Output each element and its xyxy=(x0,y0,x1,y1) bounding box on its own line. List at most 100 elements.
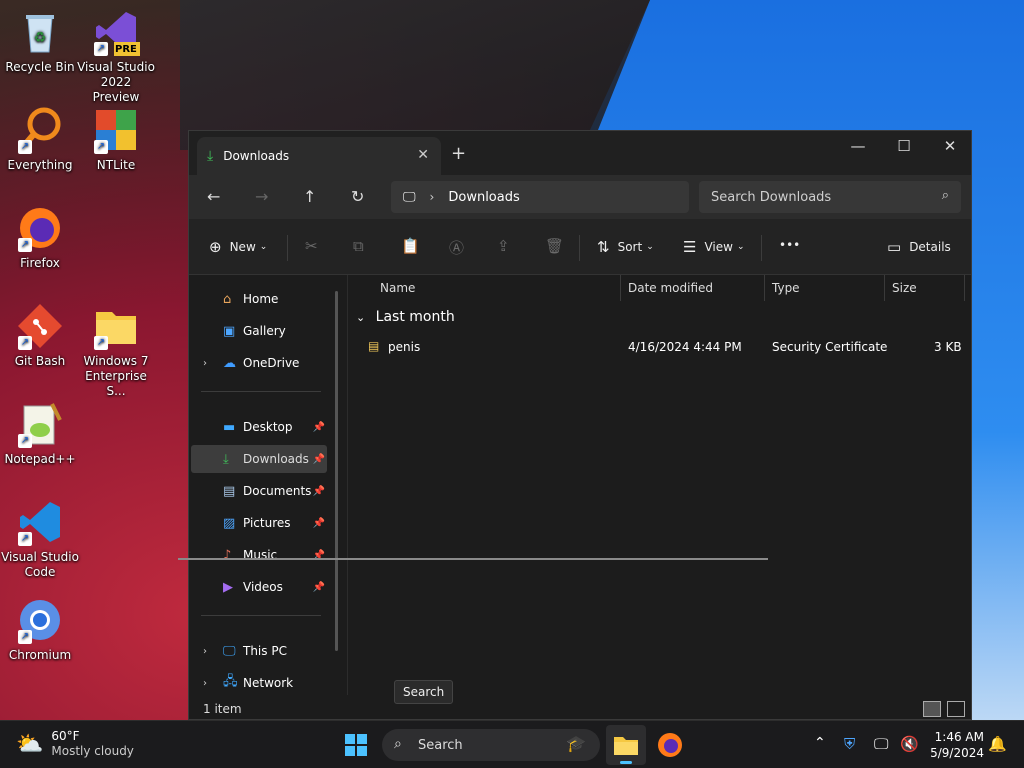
back-button[interactable]: ← xyxy=(207,187,220,206)
sidebar-item-onedrive[interactable]: › ☁ OneDrive xyxy=(191,349,327,377)
forward-button[interactable]: → xyxy=(255,187,268,206)
pin-icon[interactable]: 📌 xyxy=(313,422,325,433)
sidebar-item-music[interactable]: ♪ Music 📌 xyxy=(191,541,327,569)
sort-button[interactable]: ⇅ Sort ⌄ xyxy=(597,238,654,256)
music-icon: ♪ xyxy=(223,547,232,563)
taskbar-firefox[interactable] xyxy=(656,731,684,759)
new-tab-button[interactable]: + xyxy=(451,143,466,164)
start-button[interactable] xyxy=(344,733,368,757)
notification-bell-icon[interactable]: 🔔 xyxy=(988,735,1007,753)
column-divider[interactable] xyxy=(620,275,621,301)
gallery-icon: ▣ xyxy=(223,323,236,339)
videos-icon: ▶ xyxy=(223,579,233,595)
pin-icon[interactable]: 📌 xyxy=(313,582,325,593)
delete-icon[interactable]: 🗑 xyxy=(545,237,564,255)
close-window-button[interactable]: ✕ xyxy=(927,137,973,155)
pre-badge: PRE xyxy=(115,44,137,55)
sidebar-item-pictures[interactable]: ▨ Pictures 📌 xyxy=(191,509,327,537)
breadcrumb-downloads[interactable]: Downloads xyxy=(448,190,519,205)
desktop-icon-firefox[interactable]: ↗ Firefox xyxy=(0,204,80,271)
minimize-button[interactable]: — xyxy=(835,137,881,155)
column-header-size[interactable]: Size xyxy=(892,281,917,295)
more-options-button[interactable]: ••• xyxy=(779,238,800,252)
column-divider[interactable] xyxy=(884,275,885,301)
rename-icon[interactable]: Ⓐ xyxy=(449,237,464,258)
notepadpp-icon: ↗ xyxy=(16,400,64,448)
sidebar-item-downloads[interactable]: ⤓ Downloads 📌 xyxy=(191,445,327,473)
desktop-icon-ntlite[interactable]: ↗ NTLite xyxy=(76,106,156,173)
column-header-name[interactable]: Name xyxy=(380,281,415,295)
taskbar-search[interactable]: ⌕ Search 🎓 xyxy=(382,729,600,761)
tiles-view-icon[interactable] xyxy=(947,701,965,717)
chevron-up-icon[interactable]: ⌃ xyxy=(814,735,826,751)
sidebar-item-label: Network xyxy=(243,676,294,690)
shield-warning-icon[interactable]: ⛨ xyxy=(844,735,855,753)
share-icon[interactable]: ⇪ xyxy=(497,237,510,255)
sidebar-item-videos[interactable]: ▶ Videos 📌 xyxy=(191,573,327,601)
horizontal-scrollbar[interactable] xyxy=(178,558,768,560)
chevron-down-icon: ⌄ xyxy=(646,242,654,252)
tab-downloads[interactable]: ⤓ Downloads ✕ xyxy=(197,137,441,175)
cut-icon[interactable]: ✂ xyxy=(305,237,318,255)
desktop-icon-everything[interactable]: ↗ Everything xyxy=(0,106,80,173)
pin-icon[interactable]: 📌 xyxy=(313,518,325,529)
address-bar-row: ← → ↑ ↻ 🖵 › Downloads Search Downloads ⌕ xyxy=(189,175,971,219)
volume-muted-icon[interactable]: 🔇 xyxy=(900,735,919,753)
search-input[interactable]: Search Downloads ⌕ xyxy=(699,181,961,213)
sidebar-item-desktop[interactable]: ▬ Desktop 📌 xyxy=(191,413,327,441)
sidebar-item-gallery[interactable]: ▣ Gallery xyxy=(191,317,327,345)
details-button[interactable]: ▭ Details xyxy=(887,238,951,256)
copy-icon[interactable]: ⧉ xyxy=(353,237,364,255)
sidebar-item-documents[interactable]: ▤ Documents 📌 xyxy=(191,477,327,505)
sidebar-item-this-pc[interactable]: › 🖵 This PC xyxy=(191,637,327,665)
shortcut-arrow-icon: ↗ xyxy=(18,140,32,154)
paste-icon[interactable]: 📋 xyxy=(401,237,420,255)
refresh-button[interactable]: ↻ xyxy=(351,187,364,206)
up-button[interactable]: ↑ xyxy=(303,187,316,206)
address-bar[interactable]: 🖵 › Downloads xyxy=(391,181,689,213)
everything-search-icon: ↗ xyxy=(16,106,64,154)
new-button[interactable]: ⊕ New ⌄ xyxy=(209,238,267,256)
sidebar-item-network[interactable]: › 🖧 Network xyxy=(191,669,327,697)
desktop-icon-git-bash[interactable]: ↗ Git Bash xyxy=(0,302,80,369)
file-date: 4/16/2024 4:44 PM xyxy=(628,340,742,354)
desktop-icon-recycle-bin[interactable]: ♻ Recycle Bin xyxy=(0,8,80,75)
sidebar-scrollbar[interactable] xyxy=(335,291,338,651)
details-view-icon[interactable] xyxy=(923,701,941,717)
column-header-type[interactable]: Type xyxy=(772,281,800,295)
sidebar-item-home[interactable]: ⌂ Home xyxy=(191,285,327,313)
clock[interactable]: 1:46 AM 5/9/2024 xyxy=(930,729,984,761)
desktop-icon-notepadpp[interactable]: ↗ Notepad++ xyxy=(0,400,80,467)
column-header-date[interactable]: Date modified xyxy=(628,281,713,295)
group-header[interactable]: ⌄ Last month xyxy=(356,309,455,325)
folder-icon: ↗ xyxy=(92,302,140,350)
chevron-right-icon[interactable]: › xyxy=(203,646,207,657)
desktop-icon-visual-studio[interactable]: PRE ↗ Visual Studio 2022 Preview xyxy=(76,8,156,105)
close-tab-icon[interactable]: ✕ xyxy=(417,147,429,163)
chevron-right-icon: › xyxy=(429,190,435,204)
taskbar-file-explorer[interactable] xyxy=(606,725,646,765)
details-pane-icon: ▭ xyxy=(887,238,902,256)
shortcut-arrow-icon: ↗ xyxy=(18,532,32,546)
navigation-pane: ⌂ Home ▣ Gallery › ☁ OneDrive ▬ Desktop … xyxy=(189,275,347,695)
maximize-button[interactable]: ☐ xyxy=(881,137,927,155)
desktop-icon-chromium[interactable]: ↗ Chromium xyxy=(0,596,80,663)
divider xyxy=(287,235,288,261)
sidebar-item-label: Gallery xyxy=(243,324,286,338)
column-divider[interactable] xyxy=(764,275,765,301)
column-divider[interactable] xyxy=(964,275,965,301)
network-icon[interactable]: 🖵 xyxy=(874,735,888,753)
pin-icon[interactable]: 📌 xyxy=(313,486,325,497)
table-row[interactable]: ▤ penis 4/16/2024 4:44 PM Security Certi… xyxy=(348,337,972,359)
sidebar-item-label: This PC xyxy=(243,644,287,658)
chevron-right-icon[interactable]: › xyxy=(203,678,207,689)
chevron-right-icon[interactable]: › xyxy=(203,358,207,369)
desktop-icon-windows7[interactable]: ↗ Windows 7 Enterprise S... xyxy=(76,302,156,399)
sidebar-item-label: OneDrive xyxy=(243,356,300,370)
weather-widget[interactable]: ⛅ 60°F Mostly cloudy xyxy=(16,729,134,759)
desktop-icon-vscode[interactable]: ↗ Visual Studio Code xyxy=(0,498,80,580)
search-label: Search xyxy=(418,737,463,753)
pin-icon[interactable]: 📌 xyxy=(313,454,325,465)
view-button[interactable]: ☰ View ⌄ xyxy=(683,238,744,256)
shortcut-arrow-icon: ↗ xyxy=(94,140,108,154)
